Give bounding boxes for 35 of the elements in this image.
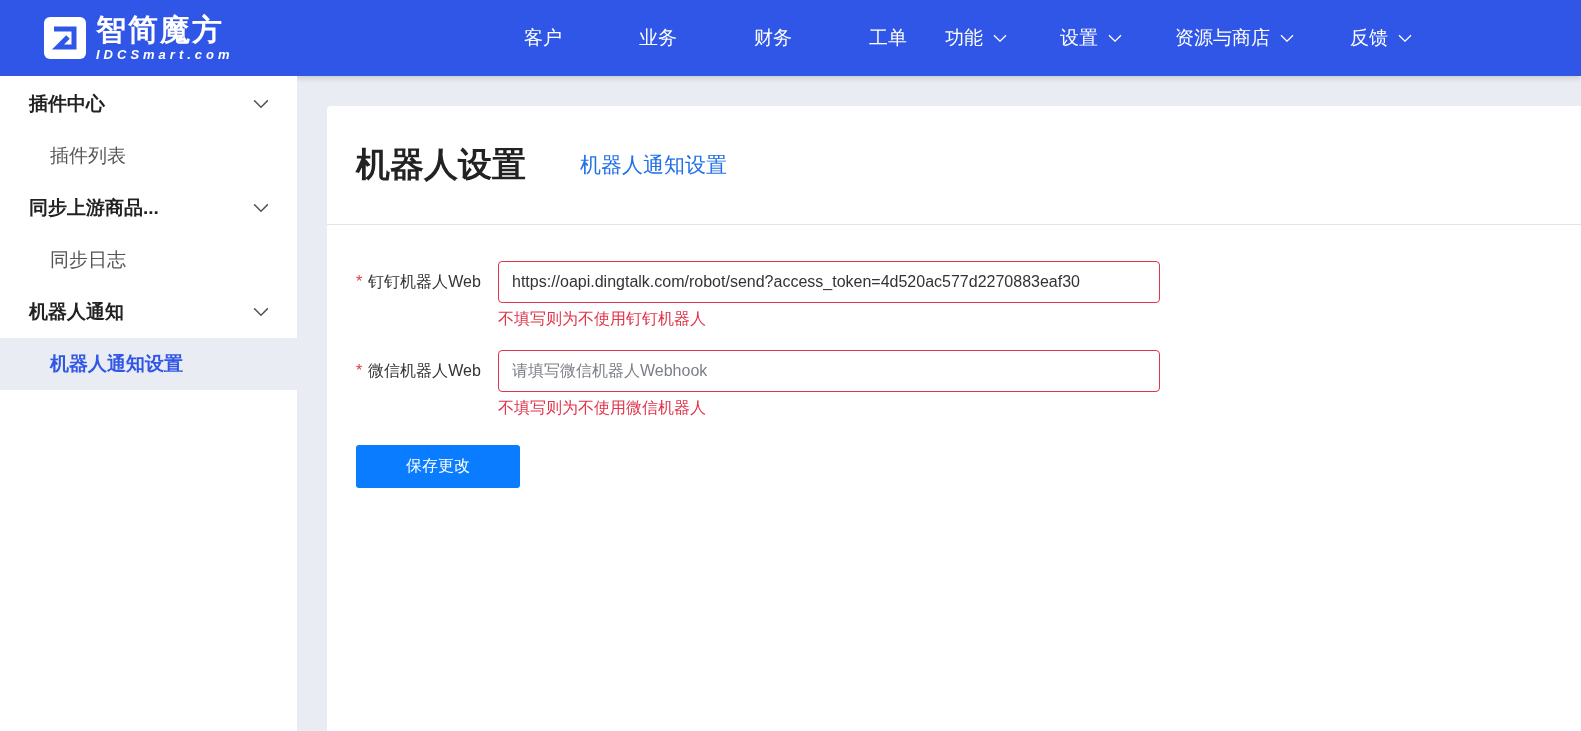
text-field[interactable]: 请填写微信机器人Webhook [498,350,1160,392]
sidebar-item[interactable]: 同步日志 [0,234,297,286]
error-message: 不填写则为不使用钉钉机器人 [498,309,707,329]
sidebar-group[interactable]: 机器人通知 [0,286,297,338]
chevron-down-icon [1108,33,1122,43]
chevron-down-icon [253,203,269,213]
field-label: 钉钉机器人Web [368,271,481,292]
chevron-down-icon [253,99,269,109]
nav-item[interactable]: 资源与商店 [1175,25,1350,51]
logo-icon [42,15,88,61]
page-title: 机器人设置 [356,144,526,185]
sidebar-group[interactable]: 同步上游商品... [0,182,297,234]
tab[interactable]: 机器人通知设置 [580,151,727,179]
nav-item[interactable]: 功能 [945,25,1060,51]
sidebar-item[interactable]: 插件列表 [0,130,297,182]
nav-item[interactable]: 工单 [830,25,945,51]
chevron-down-icon [253,307,269,317]
nav-item[interactable]: 反馈 [1350,25,1465,51]
required-mark: * [356,362,363,380]
nav-item[interactable]: 财务 [715,25,830,51]
required-mark: * [356,273,363,291]
error-message: 不填写则为不使用微信机器人 [498,398,707,418]
text-field[interactable]: https://oapi.dingtalk.com/robot/send?access_token=4d520ac577d2270883eaf30 [498,261,1160,303]
logo-title: 智简魔方 [96,13,225,47]
nav-item[interactable]: 业务 [600,25,715,51]
sidebar-item[interactable]: 机器人通知设置 [0,338,297,390]
nav-item[interactable]: 设置 [1060,25,1175,51]
chevron-down-icon [993,33,1007,43]
logo-subtitle: IDCSmart.com [96,47,234,63]
chevron-down-icon [1280,33,1294,43]
sidebar-group[interactable]: 插件中心 [0,78,297,130]
chevron-down-icon [1398,33,1412,43]
nav-item[interactable]: 客户 [485,25,600,51]
save-button[interactable]: 保存更改 [356,445,520,488]
field-label: 微信机器人Web [368,360,481,381]
